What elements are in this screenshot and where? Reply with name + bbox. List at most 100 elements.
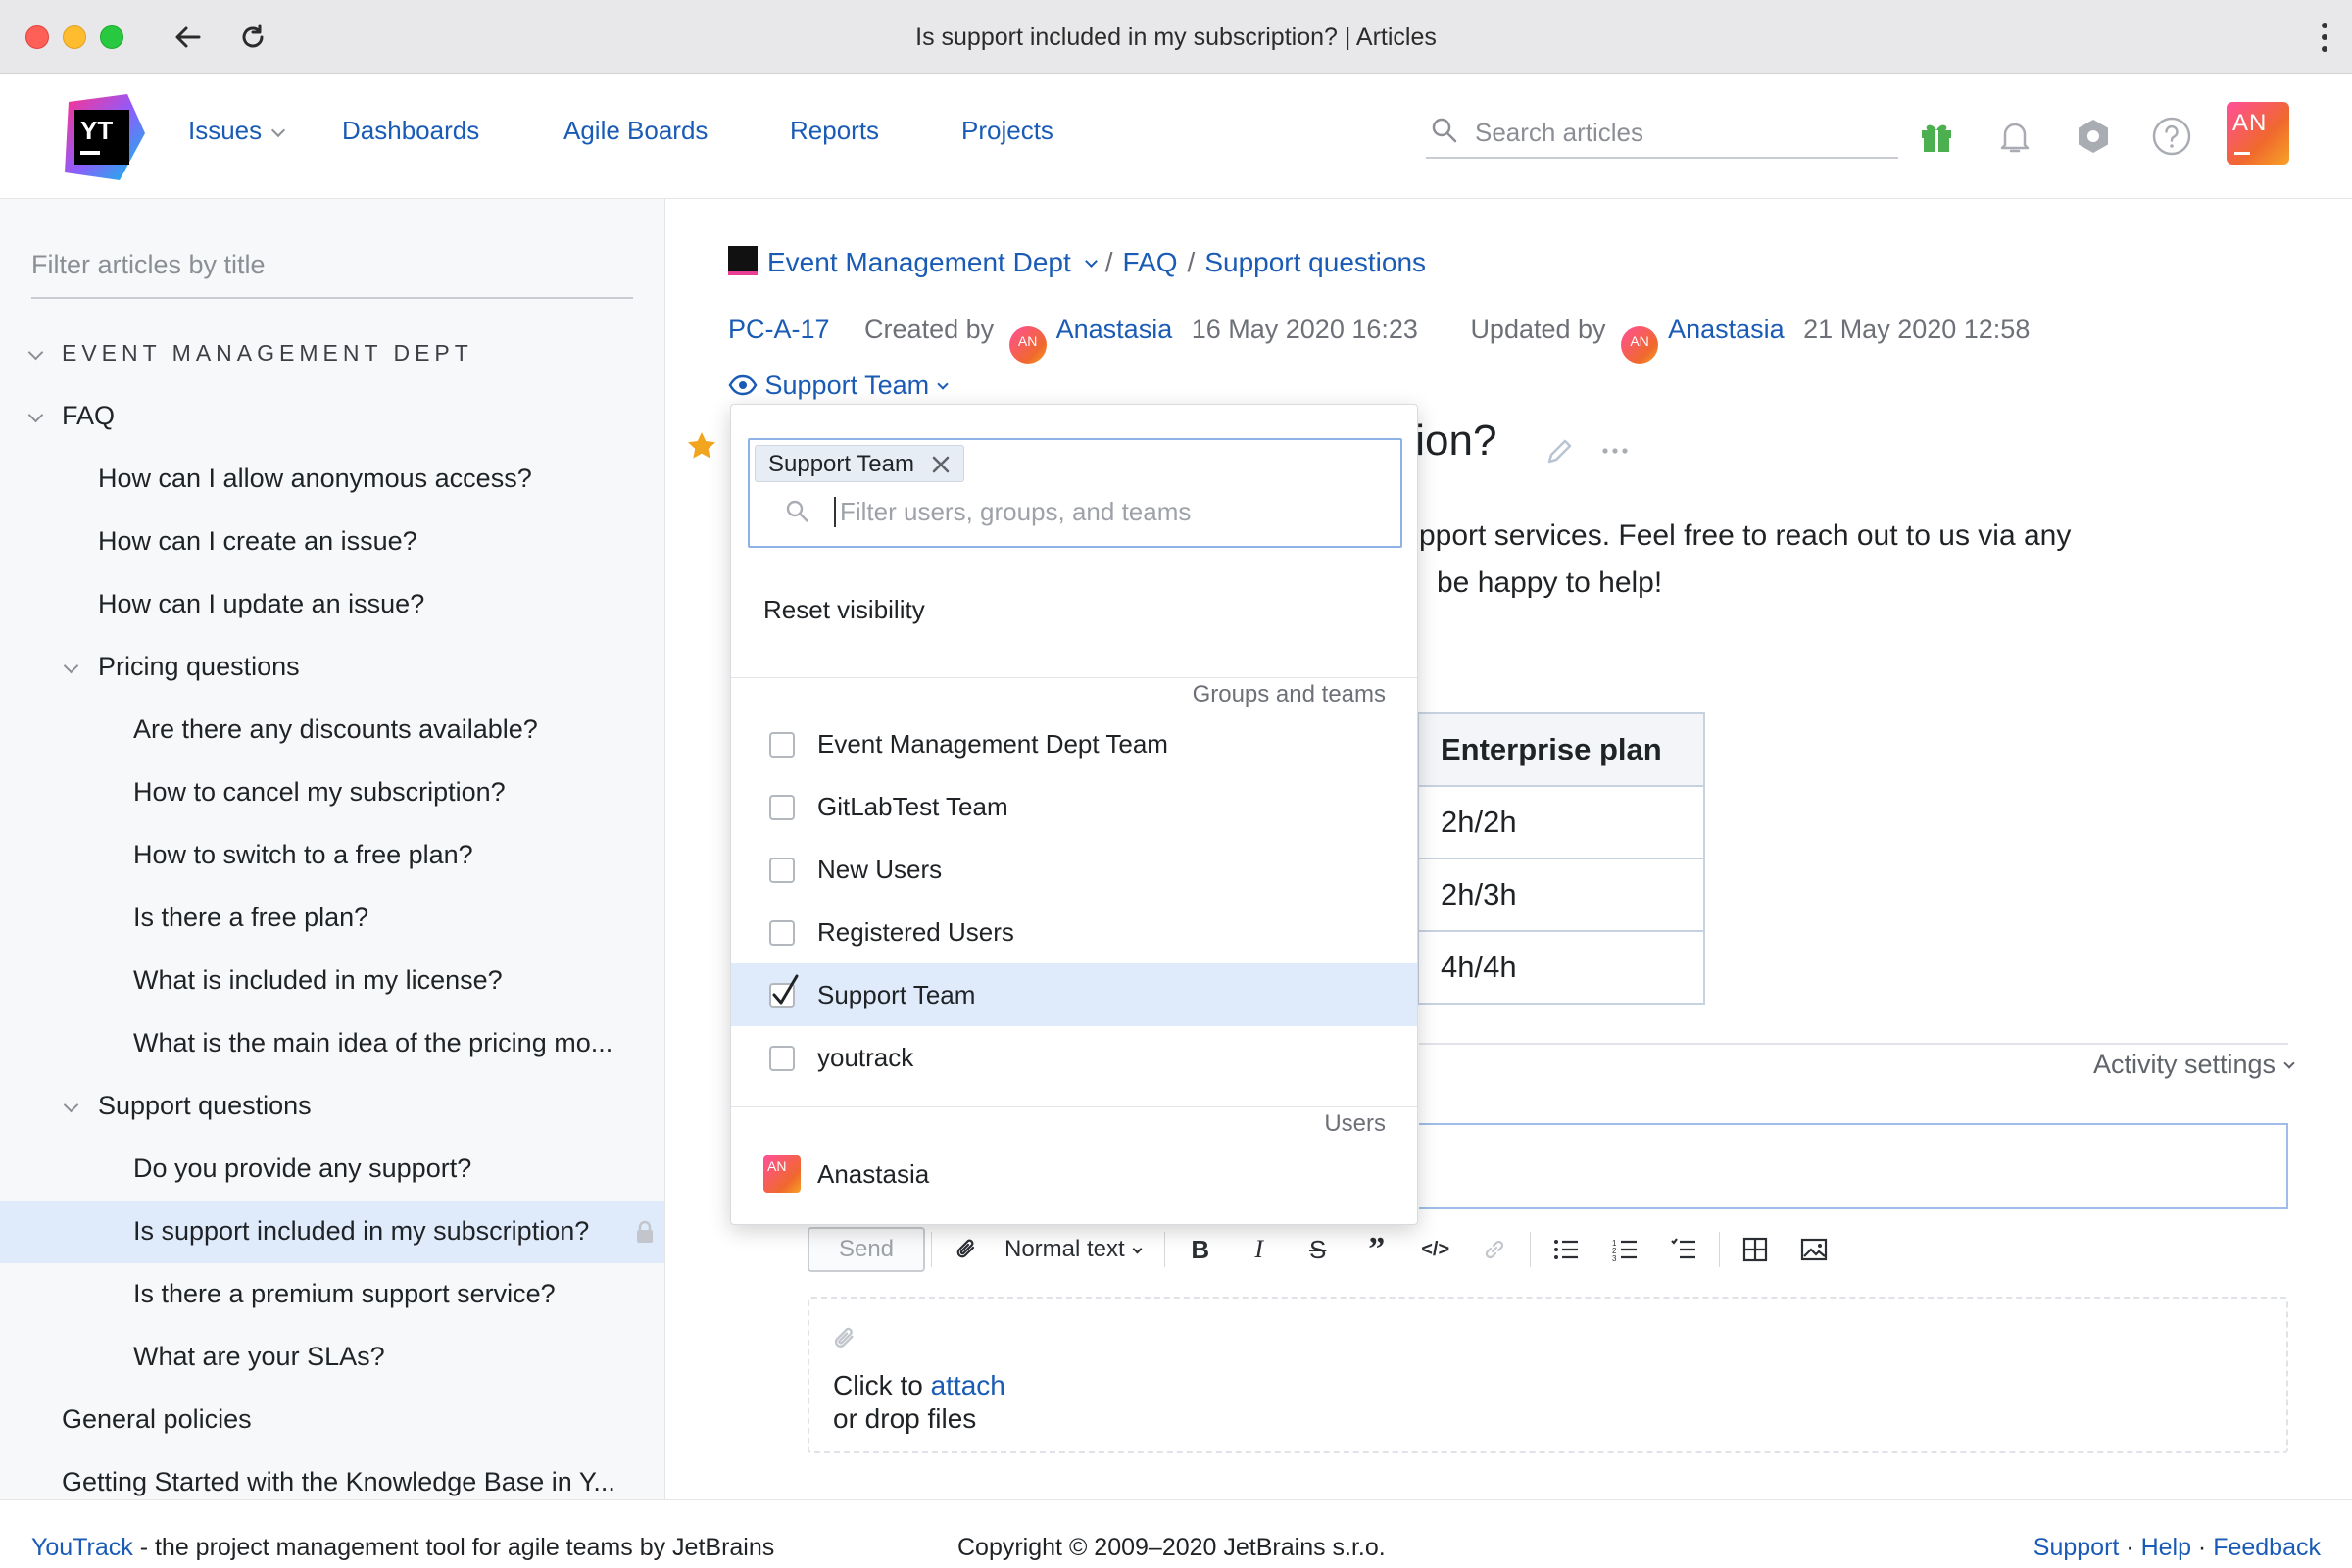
footer-copyright: Copyright © 2009–2020 JetBrains s.r.o. [957,1534,1386,1561]
tree-section-event-management-dept[interactable]: EVENT MANAGEMENT DEPT [0,322,664,385]
tree-item[interactable]: Is there a premium support service? [0,1263,664,1326]
checkbox[interactable] [769,732,795,758]
breadcrumb-parent[interactable]: Support questions [1204,247,1426,277]
checklist-icon[interactable] [1654,1228,1713,1271]
tree-item[interactable]: How to cancel my subscription? [0,761,664,824]
chevron-down-icon[interactable] [1084,255,1098,268]
tree-item[interactable]: How can I update an issue? [0,573,664,636]
group-option-checked[interactable]: Support Team [731,963,1417,1026]
checkbox[interactable] [769,858,795,883]
tree-item[interactable]: What is the main idea of the pricing mo.… [0,1012,664,1075]
nav-dashboards[interactable]: Dashboards [342,116,479,146]
nav-reports[interactable]: Reports [790,116,879,146]
article-id[interactable]: PC-A-17 [728,315,830,344]
youtrack-link[interactable]: YouTrack [31,1534,133,1561]
group-option[interactable]: New Users [731,838,1417,901]
settings-icon[interactable] [2071,114,2116,159]
tree-item-pricing-questions[interactable]: Pricing questions [0,636,664,699]
group-option[interactable]: Registered Users [731,901,1417,963]
tree-item[interactable]: Do you provide any support? [0,1138,664,1200]
help-link[interactable]: Help [2141,1534,2191,1561]
bulleted-list-icon[interactable] [1537,1228,1595,1271]
tree-item[interactable]: What is included in my license? [0,950,664,1012]
nav-projects[interactable]: Projects [961,116,1054,146]
comment-input[interactable] [1419,1123,2288,1209]
tree-item[interactable]: What are your SLAs? [0,1326,664,1389]
visibility-popup: Support Team Reset visibility Groups and… [730,404,1418,1225]
chevron-down-icon [63,1097,79,1113]
attach-link[interactable]: attach [931,1370,1005,1400]
avatar: AN [1008,326,1047,364]
group-option[interactable]: GitLabTest Team [731,775,1417,838]
visibility-filter-input[interactable] [834,497,1383,527]
tree-item[interactable]: Are there any discounts available? [0,699,664,761]
bell-icon[interactable] [1992,114,2037,159]
gift-icon[interactable] [1914,114,1959,159]
search-input[interactable] [1475,118,1886,148]
tree-item[interactable]: How can I create an issue? [0,511,664,573]
numbered-list-icon[interactable]: 123 [1595,1228,1654,1271]
footer-tagline: YouTrack - the project management tool f… [31,1534,775,1561]
attachment-dropzone[interactable]: Click to attach or drop files [808,1297,2288,1453]
quote-icon[interactable]: ” [1348,1228,1406,1271]
tree-item[interactable]: How can I allow anonymous access? [0,448,664,511]
youtrack-logo[interactable]: YT [59,94,145,180]
updated-by-link[interactable]: Anastasia [1668,315,1785,344]
table-icon[interactable] [1726,1228,1785,1271]
tree-item-faq[interactable]: FAQ [0,385,664,448]
send-button[interactable]: Send [808,1227,925,1272]
link-icon[interactable] [1465,1228,1524,1271]
checkbox[interactable] [769,1046,795,1071]
italic-icon[interactable]: I [1230,1228,1289,1271]
feedback-link[interactable]: Feedback [2213,1534,2321,1561]
tree-item[interactable]: Is there a free plan? [0,887,664,950]
user-avatar[interactable]: AN [2227,102,2289,165]
avatar: AN [1621,326,1659,364]
updated-at: 21 May 2020 12:58 [1803,315,2031,344]
more-menu-icon[interactable] [2315,20,2334,55]
text-style-select[interactable]: Normal text [997,1236,1158,1263]
tree-item-support-questions[interactable]: Support questions [0,1075,664,1138]
chevron-down-icon [1132,1244,1143,1254]
tree-item[interactable]: Getting Started with the Knowledge Base … [0,1451,664,1499]
tree-item[interactable]: General policies [0,1389,664,1451]
filter-articles-input[interactable] [31,250,619,280]
star-icon[interactable] [686,430,717,462]
visibility-selector[interactable]: Support Team [728,370,949,401]
created-by-link[interactable]: Anastasia [1056,315,1173,344]
paperclip-icon [834,1327,854,1348]
project-icon [728,246,758,275]
strikethrough-icon[interactable]: S [1289,1228,1348,1271]
paperclip-icon[interactable] [938,1228,997,1271]
edit-pencil-icon[interactable] [1544,434,1577,467]
chevron-down-icon [271,122,286,138]
group-option[interactable]: youtrack [731,1026,1417,1089]
checkbox[interactable] [769,920,795,946]
breadcrumb: Event Management Dept / FAQ / Support questi… [728,246,1426,278]
visibility-filter-box[interactable]: Support Team [748,438,1402,548]
help-icon[interactable] [2149,114,2194,159]
created-at: 16 May 2020 16:23 [1191,315,1418,344]
nav-issues[interactable]: Issues [188,116,286,146]
reset-visibility-option[interactable]: Reset visibility [763,595,925,625]
bold-icon[interactable]: B [1171,1228,1230,1271]
tree-item-selected[interactable]: Is support included in my subscription? [0,1200,664,1263]
checkbox-checked[interactable] [769,974,799,1008]
code-icon[interactable]: </> [1406,1228,1465,1271]
nav-agile-boards[interactable]: Agile Boards [564,116,708,146]
image-icon[interactable] [1785,1228,1843,1271]
more-actions-icon[interactable] [1598,434,1632,467]
remove-chip-icon[interactable] [928,452,954,477]
activity-settings[interactable]: Activity settings [2093,1050,2295,1080]
group-option[interactable]: Event Management Dept Team [731,712,1417,775]
breadcrumb-folder[interactable]: FAQ [1123,247,1178,277]
title-actions [1544,434,1632,472]
support-link[interactable]: Support [2034,1534,2120,1561]
user-option[interactable]: Anastasia [817,1159,929,1190]
breadcrumb-project[interactable]: Event Management Dept [767,247,1071,277]
tree-item[interactable]: How to switch to a free plan? [0,824,664,887]
checkbox[interactable] [769,795,795,820]
articles-sidebar: EVENT MANAGEMENT DEPT FAQ How can I allo… [0,199,665,1499]
avatar: AN [763,1155,801,1193]
article-search [1426,110,1898,159]
